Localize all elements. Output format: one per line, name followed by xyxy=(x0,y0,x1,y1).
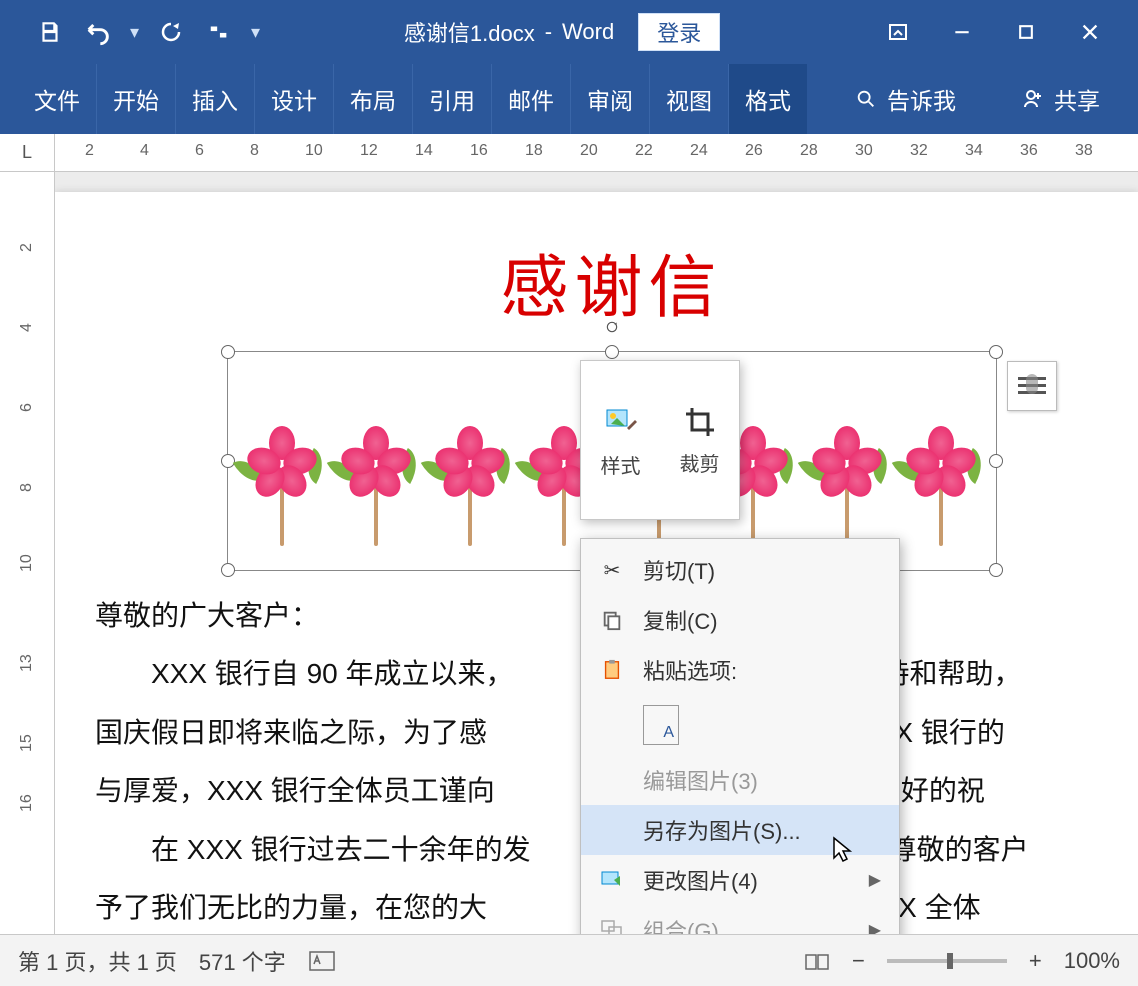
save-button[interactable] xyxy=(30,12,70,52)
read-mode-icon[interactable] xyxy=(804,951,830,971)
quick-access-toolbar: ▾ ▾ xyxy=(0,12,264,52)
resize-handle[interactable] xyxy=(221,454,235,468)
close-button[interactable] xyxy=(1072,14,1108,50)
document-name: 感谢信1.docx xyxy=(404,16,535,48)
tab-references[interactable]: 引用 xyxy=(413,64,492,134)
tab-format[interactable]: 格式 xyxy=(729,64,807,134)
ribbon-options-icon[interactable] xyxy=(880,14,916,50)
minimize-button[interactable] xyxy=(944,14,980,50)
tab-home[interactable]: 开始 xyxy=(97,64,176,134)
page-indicator[interactable]: 第 1 页，共 1 页 xyxy=(18,945,177,977)
tell-me-search[interactable]: 告诉我 xyxy=(837,82,974,116)
document-area: 2 4 6 8 10 13 15 16 感谢信 xyxy=(0,172,1138,934)
word-count[interactable]: 571 个字 xyxy=(199,945,286,977)
crop-button[interactable]: 裁剪 xyxy=(660,361,739,519)
zoom-level[interactable]: 100% xyxy=(1064,948,1120,974)
style-button[interactable]: 样式 xyxy=(581,361,660,519)
layout-options-button[interactable] xyxy=(1007,361,1057,411)
horizontal-ruler[interactable]: 2 4 6 8 10 12 14 16 18 20 22 24 26 28 30… xyxy=(55,134,1138,171)
tab-layout[interactable]: 布局 xyxy=(334,64,413,134)
ruler-corner[interactable]: L xyxy=(0,134,55,171)
resize-handle[interactable] xyxy=(989,454,1003,468)
clipboard-icon xyxy=(599,657,625,683)
login-button[interactable]: 登录 xyxy=(638,13,720,51)
window-title: 感谢信1.docx - Word 登录 xyxy=(264,13,860,51)
menu-copy[interactable]: 复制(C) xyxy=(581,595,899,645)
copy-icon xyxy=(599,607,625,633)
tab-mailings[interactable]: 邮件 xyxy=(492,64,571,134)
ribbon-tabs: 文件 开始 插入 设计 布局 引用 邮件 审阅 视图 格式 告诉我 共享 xyxy=(0,64,1138,134)
dropdown-icon[interactable]: ▾ xyxy=(126,22,143,43)
vertical-ruler[interactable]: 2 4 6 8 10 13 15 16 xyxy=(0,172,55,934)
rotate-handle[interactable] xyxy=(605,320,619,334)
change-picture-icon xyxy=(599,867,625,893)
spellcheck-icon[interactable] xyxy=(308,950,336,972)
menu-save-as-picture[interactable]: 另存为图片(S)... xyxy=(581,805,899,855)
paste-text-icon xyxy=(643,705,679,745)
zoom-slider[interactable] xyxy=(887,959,1007,963)
resize-handle[interactable] xyxy=(989,345,1003,359)
resize-handle[interactable] xyxy=(221,345,235,359)
mini-toolbar: 样式 裁剪 xyxy=(580,360,740,520)
horizontal-ruler-row: L 2 4 6 8 10 12 14 16 18 20 22 24 26 28 … xyxy=(0,134,1138,172)
status-bar: 第 1 页，共 1 页 571 个字 − + 100% xyxy=(0,934,1138,986)
qat-customize-icon[interactable]: ▾ xyxy=(247,22,264,43)
tab-view[interactable]: 视图 xyxy=(650,64,729,134)
menu-change-picture[interactable]: 更改图片(4) ▶ xyxy=(581,855,899,905)
redo-button[interactable] xyxy=(151,12,191,52)
maximize-button[interactable] xyxy=(1008,14,1044,50)
workspace: L 2 4 6 8 10 12 14 16 18 20 22 24 26 28 … xyxy=(0,134,1138,934)
window-controls xyxy=(880,14,1138,50)
touch-mode-button[interactable] xyxy=(199,12,239,52)
resize-handle[interactable] xyxy=(221,563,235,577)
app-name: Word xyxy=(562,19,614,45)
resize-handle[interactable] xyxy=(605,345,619,359)
paste-option-keep-text[interactable] xyxy=(581,695,899,755)
tab-review[interactable]: 审阅 xyxy=(571,64,650,134)
undo-button[interactable] xyxy=(78,12,118,52)
menu-edit-picture: 编辑图片(3) xyxy=(581,755,899,805)
scissors-icon: ✂ xyxy=(599,557,625,583)
zoom-in-button[interactable]: + xyxy=(1029,948,1042,974)
chevron-right-icon: ▶ xyxy=(869,870,881,890)
tab-file[interactable]: 文件 xyxy=(18,64,97,134)
menu-cut[interactable]: ✂ 剪切(T) xyxy=(581,545,899,595)
resize-handle[interactable] xyxy=(989,563,1003,577)
zoom-out-button[interactable]: − xyxy=(852,948,865,974)
menu-paste-options: 粘贴选项: xyxy=(581,645,899,695)
tab-design[interactable]: 设计 xyxy=(255,64,334,134)
share-button[interactable]: 共享 xyxy=(1004,82,1118,116)
context-menu: ✂ 剪切(T) 复制(C) 粘贴选项: 编辑图片(3) 另存为图片(S)... … xyxy=(580,538,900,962)
tab-insert[interactable]: 插入 xyxy=(176,64,255,134)
title-bar: ▾ ▾ 感谢信1.docx - Word 登录 xyxy=(0,0,1138,64)
